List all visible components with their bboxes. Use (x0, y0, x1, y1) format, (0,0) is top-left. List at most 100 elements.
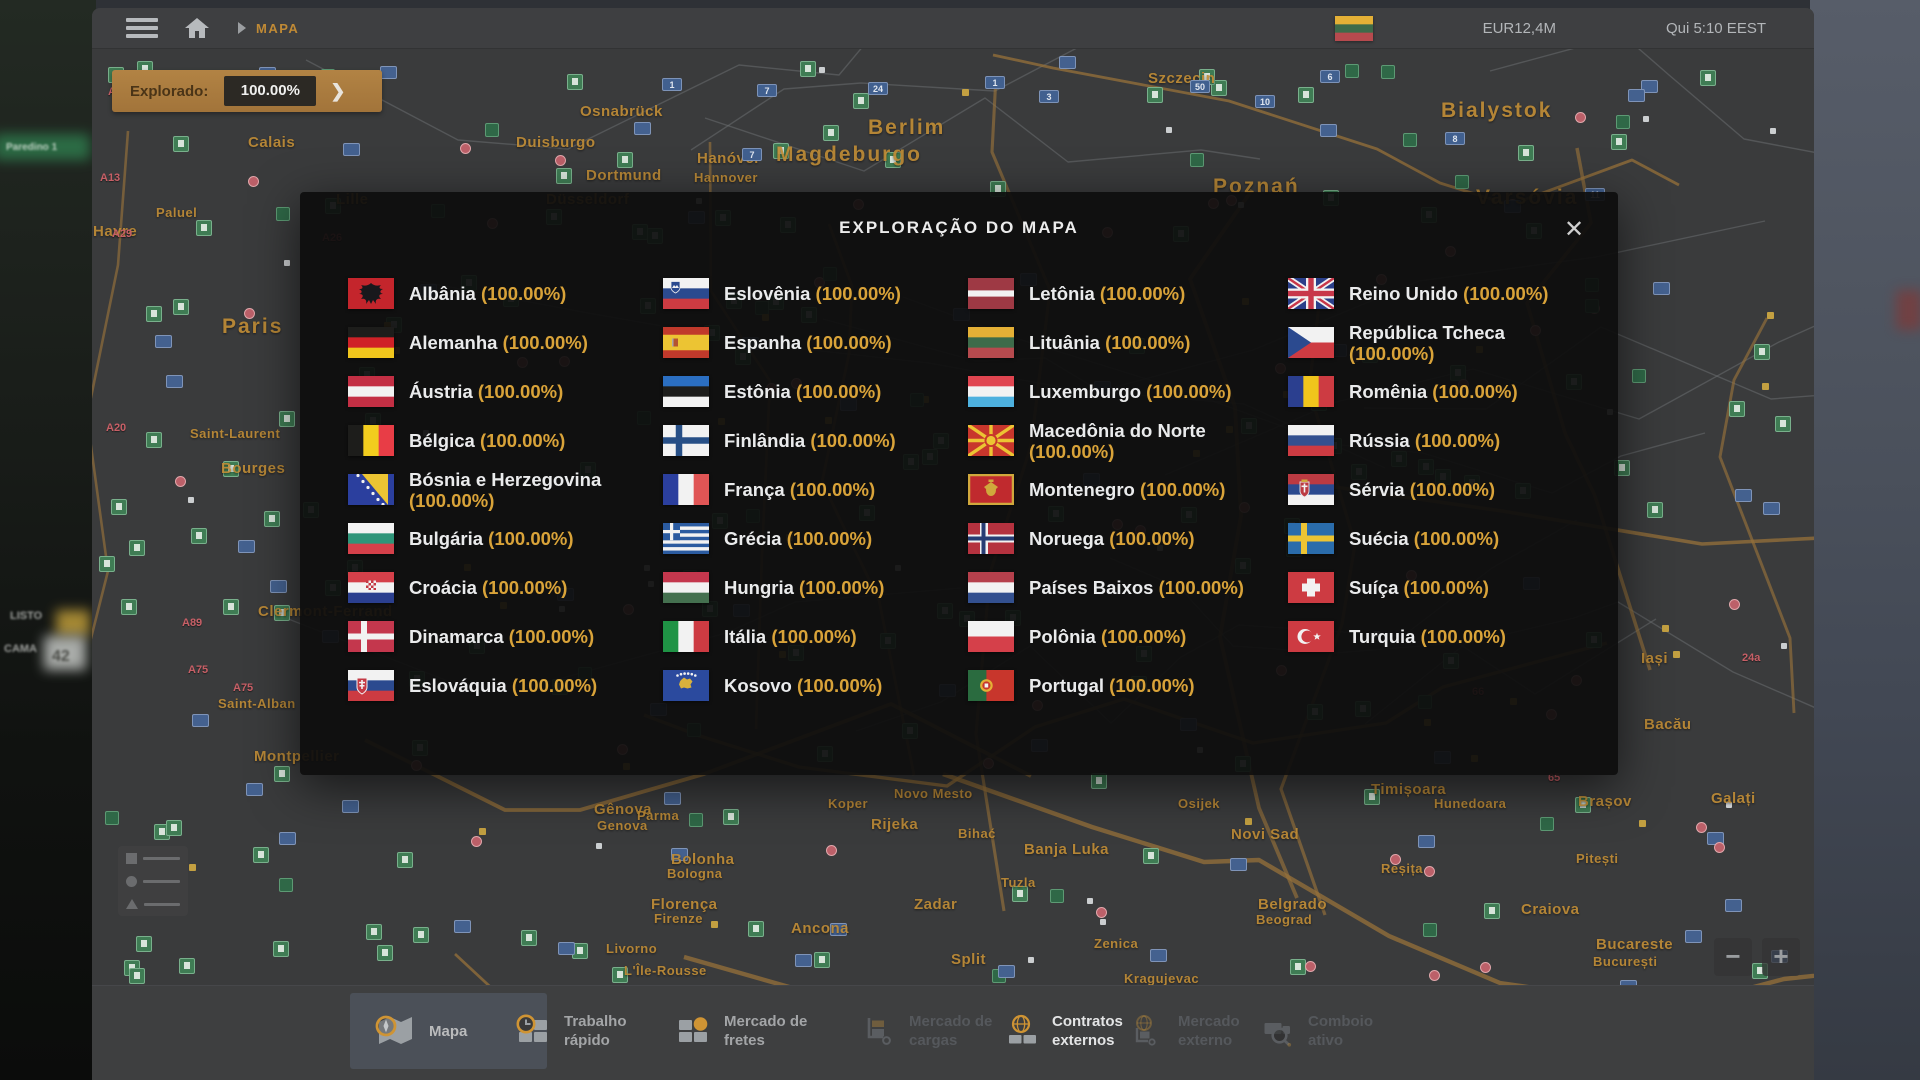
country-row: Lituânia (100.00%) (968, 318, 1268, 367)
nav-item-label: Trabalho rápido (564, 1012, 660, 1050)
city-label: Berlim (868, 116, 945, 140)
country-percent: (100.00%) (1432, 381, 1517, 402)
country-name: Grécia (724, 528, 782, 549)
road-name-label: A13 (100, 172, 120, 184)
explored-box: Explorado: 100.00% ❯ (112, 70, 382, 112)
country-name: República Tcheca (1349, 322, 1505, 343)
country-name: Estônia (724, 381, 791, 402)
legend-square-icon (126, 853, 137, 864)
country-percent: (100.00%) (1159, 577, 1244, 598)
country-percent: (100.00%) (797, 675, 882, 696)
city-label: Osijek (1178, 796, 1220, 811)
me-flag-icon (968, 474, 1014, 505)
city-label: Zenica (1094, 936, 1138, 951)
background-label: Paredino 1 (6, 142, 57, 153)
city-label: Craiova (1521, 901, 1580, 918)
hr-flag-icon (348, 572, 394, 603)
nl-flag-icon (968, 572, 1014, 603)
country-row: Romênia (100.00%) (1288, 367, 1588, 416)
country-row: Turquia (100.00%) (1288, 612, 1588, 661)
city-label: București (1593, 954, 1657, 969)
country-row: Rússia (100.00%) (1288, 416, 1588, 465)
country-name: Reino Unido (1349, 283, 1458, 304)
zoom-out-button[interactable]: − (1714, 938, 1752, 976)
nav-item-label: Mapa (429, 1022, 525, 1041)
city-label: Koper (828, 796, 868, 811)
nav-item-quick-job[interactable]: Trabalho rápido (515, 993, 660, 1069)
country-percent: (100.00%) (1349, 343, 1434, 364)
ee-flag-icon (663, 376, 709, 407)
explored-expand-button[interactable]: ❯ (330, 81, 345, 102)
country-name: Bélgica (409, 430, 475, 451)
nav-item-external-market: Mercado externo (1131, 993, 1274, 1069)
bg-flag-icon (348, 523, 394, 554)
pl-flag-icon (968, 621, 1014, 652)
external-market-icon (1131, 1014, 1165, 1048)
country-row: Eslováquia (100.00%) (348, 661, 648, 710)
city-label: Dortmund (586, 167, 662, 184)
country-percent: (100.00%) (1101, 626, 1186, 647)
country-row: Eslovênia (100.00%) (663, 269, 963, 318)
city-label: Novo Mesto (894, 786, 973, 801)
zoom-controls: − + (1714, 938, 1800, 976)
country-percent: (100.00%) (771, 626, 856, 647)
country-row: Grécia (100.00%) (663, 514, 963, 563)
city-label: Belgrado (1258, 896, 1327, 913)
city-label: Bacău (1644, 716, 1692, 733)
country-percent: (100.00%) (799, 577, 884, 598)
home-icon[interactable] (184, 16, 210, 40)
country-row: Kosovo (100.00%) (663, 661, 963, 710)
city-label: Iași (1641, 650, 1668, 667)
explored-label: Explorado: (130, 83, 208, 100)
country-row: Albânia (100.00%) (348, 269, 648, 318)
country-row: Itália (100.00%) (663, 612, 963, 661)
city-label: Novi Sad (1231, 826, 1299, 843)
country-name: Suécia (1349, 528, 1409, 549)
country-name: Sérvia (1349, 479, 1405, 500)
country-column: Albânia (100.00%)Alemanha (100.00%)Áustr… (348, 269, 648, 710)
route-shield: 24 (868, 82, 888, 95)
country-percent: (100.00%) (816, 283, 901, 304)
lv-flag-icon (968, 278, 1014, 309)
country-row: Sérvia (100.00%) (1288, 465, 1588, 514)
ba-flag-icon (348, 474, 394, 505)
nav-item-active-convoy: Comboio ativo (1261, 993, 1404, 1069)
explored-percent-value[interactable]: 100.00% (224, 76, 316, 106)
city-label: Duisburgo (516, 134, 596, 151)
fr-flag-icon (663, 474, 709, 505)
country-flag-indicator (1335, 16, 1373, 41)
top-bar: MAPA EUR12,4M Qui 5:10 EEST (92, 8, 1814, 49)
city-label: Banja Luka (1024, 841, 1109, 858)
city-label: Ancona (791, 920, 849, 937)
route-shield: 6 (1320, 70, 1340, 83)
country-name: Noruega (1029, 528, 1104, 549)
country-name: Letônia (1029, 283, 1095, 304)
country-name: Eslovênia (724, 283, 810, 304)
zoom-in-button[interactable]: + (1762, 938, 1800, 976)
nav-item-freight-market[interactable]: Mercado de fretes (675, 993, 820, 1069)
country-name: Dinamarca (409, 626, 504, 647)
nav-item-external-contracts[interactable]: Contratos externos (1005, 993, 1148, 1069)
city-label: Calais (248, 134, 295, 151)
country-percent: (100.00%) (488, 528, 573, 549)
country-name: Lituânia (1029, 332, 1100, 353)
country-name: Albânia (409, 283, 476, 304)
country-row: Bulgária (100.00%) (348, 514, 648, 563)
game-time: Qui 5:10 EEST (1666, 20, 1766, 37)
map-legend-panel[interactable] (118, 846, 188, 916)
country-percent: (100.00%) (796, 381, 881, 402)
menu-icon[interactable] (126, 18, 158, 38)
country-row: Letônia (100.00%) (968, 269, 1268, 318)
country-row: Finlândia (100.00%) (663, 416, 963, 465)
country-name: Croácia (409, 577, 477, 598)
close-icon[interactable]: ✕ (1556, 212, 1592, 248)
country-row: Suécia (100.00%) (1288, 514, 1588, 563)
country-row: França (100.00%) (663, 465, 963, 514)
city-label: Bourges (221, 460, 285, 477)
country-name: Eslováquia (409, 675, 507, 696)
city-label: Firenze (654, 911, 703, 926)
background-label: 42 (52, 648, 70, 666)
country-row: Dinamarca (100.00%) (348, 612, 648, 661)
country-row: Bélgica (100.00%) (348, 416, 648, 465)
city-label: Galați (1711, 790, 1756, 807)
